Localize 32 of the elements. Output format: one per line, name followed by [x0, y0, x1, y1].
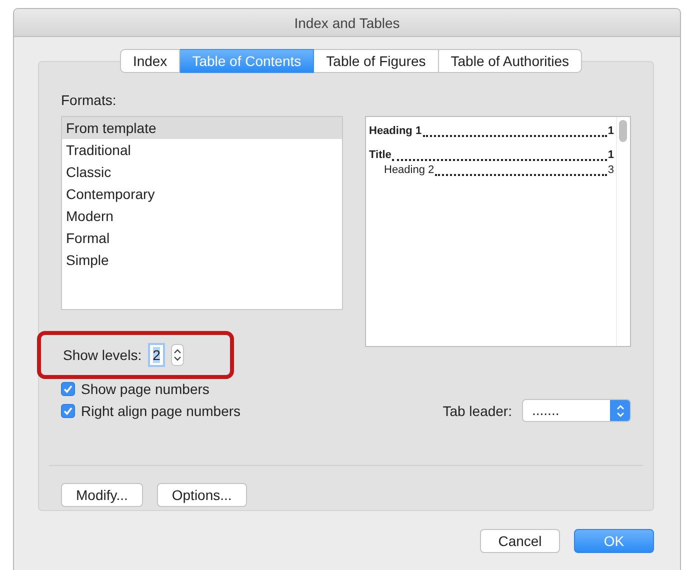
list-item[interactable]: From template: [62, 117, 342, 139]
page-number: 3: [608, 164, 614, 176]
tab-leader-dropdown[interactable]: .......: [522, 399, 631, 422]
checkbox-label: Show page numbers: [81, 381, 210, 397]
scroll-thumb[interactable]: [619, 120, 627, 142]
toc-entry: Heading 2: [384, 164, 434, 176]
list-item[interactable]: Contemporary: [62, 183, 342, 205]
cancel-button[interactable]: Cancel: [480, 529, 560, 553]
list-item[interactable]: Modern: [62, 205, 342, 227]
tab[interactable]: Index: [120, 49, 180, 73]
tab-leader-label: Tab leader:: [442, 402, 512, 418]
checkbox[interactable]: [61, 382, 75, 396]
dialog-button[interactable]: Options...: [156, 483, 247, 507]
list-item[interactable]: Simple: [62, 249, 342, 271]
tab[interactable]: Table of Authorities: [438, 49, 582, 73]
toc-entry: Title: [369, 149, 392, 161]
page-number: 1: [608, 149, 614, 161]
levels-field[interactable]: 2: [148, 343, 166, 367]
checkbox[interactable]: [61, 404, 75, 418]
checkbox-label: Right align page numbers: [81, 403, 241, 419]
dialog-button[interactable]: Modify...: [61, 483, 143, 507]
toc-entry: Heading 1: [369, 125, 422, 137]
list-item[interactable]: Traditional: [62, 139, 342, 161]
stepper-icon[interactable]: [171, 344, 184, 366]
formats-label: Formats:: [61, 92, 118, 108]
window-title: Index and Tables: [294, 14, 400, 30]
tab[interactable]: Table of Figures: [314, 49, 439, 73]
show-levels-label: Show levels:: [63, 347, 142, 363]
list-item[interactable]: Formal: [62, 227, 342, 249]
chevron-icon: [610, 400, 630, 421]
page-number: 1: [608, 125, 614, 137]
list-item[interactable]: Classic: [62, 161, 342, 183]
